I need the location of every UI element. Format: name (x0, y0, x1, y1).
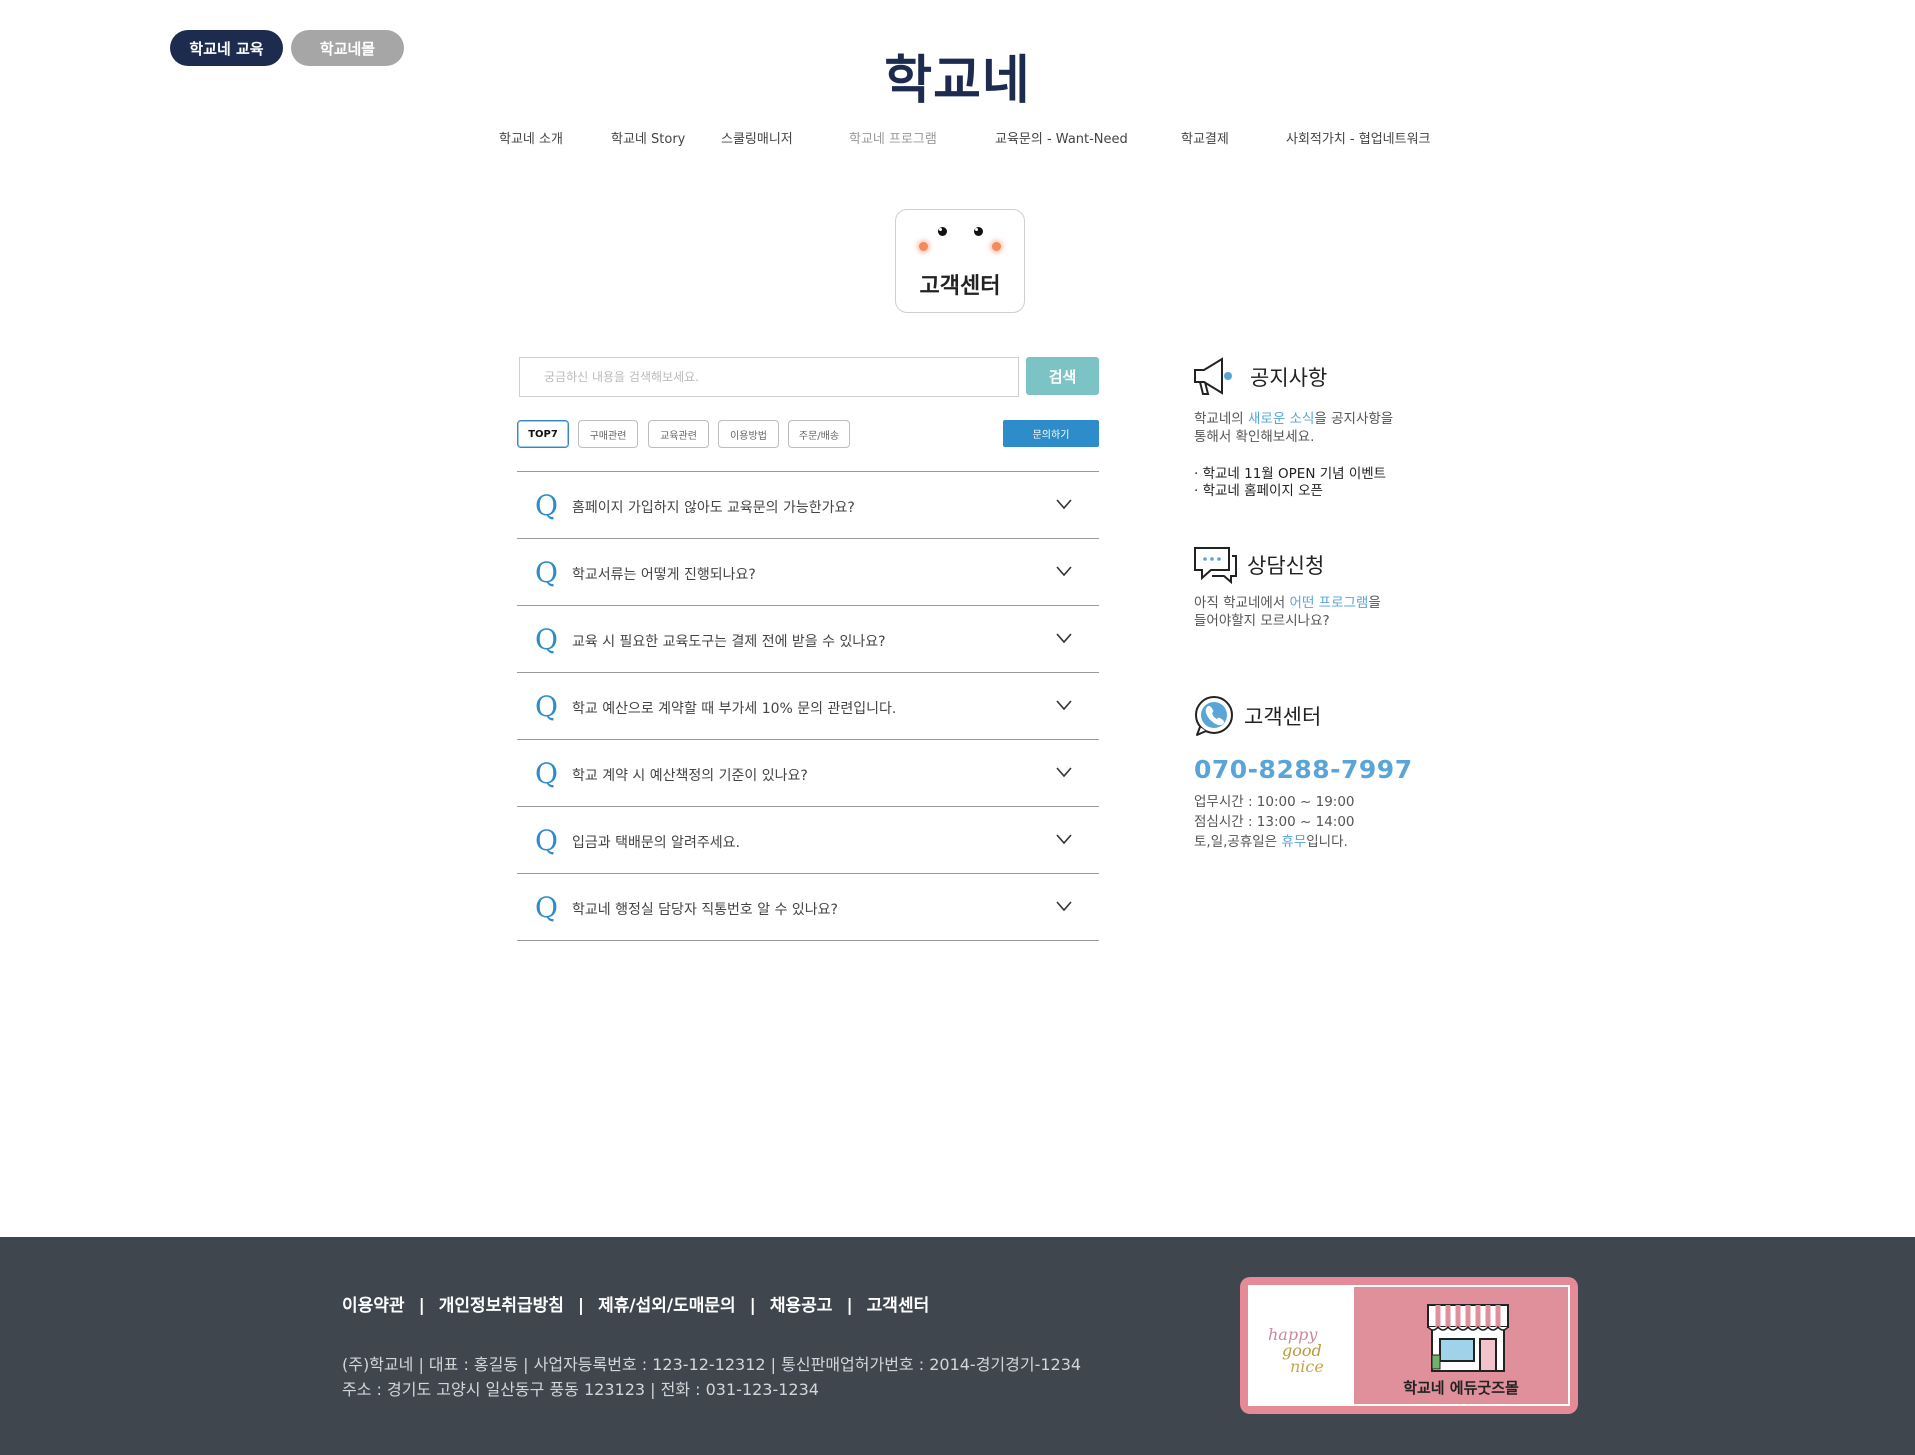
lunch-hours: 점심시간 : 13:00 ~ 14:00 (1194, 814, 1355, 830)
question-mark-icon: Q (535, 556, 558, 589)
search-button[interactable]: 검색 (1026, 357, 1099, 395)
holiday-highlight: 휴무 (1281, 834, 1307, 850)
footer-link-privacy[interactable]: 개인정보취급방침 (439, 1296, 564, 1316)
footer-separator: | (749, 1296, 756, 1316)
faq-question: 학교 예산으로 계약할 때 부가세 10% 문의 관련입니다. (572, 701, 897, 717)
faq-question: 학교네 행정실 담당자 직통번호 알 수 있나요? (572, 902, 838, 918)
nav-item-intro[interactable]: 학교네 소개 (499, 128, 563, 147)
faq-item[interactable]: Q 학교서류는 어떻게 진행되나요? (517, 539, 1099, 606)
company-info: (주)학교네 | 대표 : 홍길동 | 사업자등록번호 : 123-12-123… (342, 1355, 1082, 1374)
phone-bubble-icon (1195, 696, 1233, 736)
page: 학교네 교육 학교네몰 학교네 학교네 소개 학교네 Story 스쿨링매니저 … (0, 0, 1915, 1455)
edu-goods-mall-banner[interactable]: happy good nice 학교네 에듀굿즈몰 (1240, 1277, 1578, 1414)
chevron-down-icon[interactable] (1055, 696, 1073, 714)
faq-item[interactable]: Q 학교네 행정실 담당자 직통번호 알 수 있나요? (517, 874, 1099, 941)
cheek-icon (919, 242, 928, 251)
faq-question: 교육 시 필요한 교육도구는 결제 전에 받을 수 있나요? (572, 634, 886, 650)
notice-desc-text: 을 공지사항을 (1314, 411, 1394, 427)
question-mark-icon: Q (535, 757, 558, 790)
inquiry-button[interactable]: 문의하기 (1003, 420, 1099, 447)
company-address: 주소 : 경기도 고양시 일산동구 풍동 123123 | 전화 : 031-1… (342, 1380, 819, 1399)
faq-question: 홈페이지 가입하지 않아도 교육문의 가능한가요? (572, 500, 855, 516)
footer-link-partnership[interactable]: 제휴/섭외/도매문의 (598, 1296, 736, 1316)
nav-item-social-value[interactable]: 사회적가치 - 협업네트워크 (1286, 128, 1431, 147)
faq-list: Q 홈페이지 가입하지 않아도 교육문의 가능한가요? Q 학교서류는 어떻게 진행되… (517, 471, 1099, 941)
customer-center-badge: 고객센터 (895, 209, 1025, 313)
consult-desc-text: 아직 학교네에서 (1194, 595, 1290, 611)
chat-bubble-icon (1194, 547, 1237, 584)
logo-word: nice (1290, 1357, 1324, 1376)
faq-question: 입금과 택배문의 알려주세요. (572, 835, 740, 851)
badge-title: 고객센터 (919, 274, 1001, 299)
footer-link-terms[interactable]: 이용약관 (342, 1296, 405, 1316)
notice-title[interactable]: 공지사항 (1250, 362, 1327, 392)
faq-item[interactable]: Q 입금과 택배문의 알려주세요. (517, 807, 1099, 874)
notice-desc-text: 통해서 확인해보세요. (1194, 429, 1315, 445)
question-mark-icon: Q (535, 891, 558, 924)
faq-search-input[interactable] (519, 357, 1019, 397)
holiday-text: 토,일,공휴일은 (1194, 834, 1282, 850)
nav-item-education-inquiry[interactable]: 교육문의 - Want-Need (995, 128, 1128, 147)
chevron-down-icon[interactable] (1055, 562, 1073, 580)
business-hours: 업무시간 : 10:00 ~ 19:00 (1194, 794, 1355, 810)
chevron-down-icon[interactable] (1055, 495, 1073, 513)
footer-separator: | (577, 1296, 585, 1316)
faq-question: 학교 계약 시 예산책정의 기준이 있나요? (572, 768, 808, 784)
consult-desc-highlight: 어떤 프로그램 (1289, 595, 1369, 611)
tab-purchase[interactable]: 구매관련 (578, 420, 638, 448)
footer-links: 이용약관 | 개인정보취급방침 | 제휴/섭외/도매문의 | 채용공고 | 고객센터 (342, 1291, 929, 1316)
question-mark-icon: Q (535, 623, 558, 656)
notice-desc-highlight: 새로운 소식 (1247, 411, 1315, 427)
support-title[interactable]: 고객센터 (1244, 701, 1321, 731)
question-mark-icon: Q (535, 690, 558, 723)
footer-link-customer-center[interactable]: 고객센터 (867, 1296, 930, 1316)
tab-order-delivery[interactable]: 주문/배송 (788, 420, 850, 448)
support-hours: 업무시간 : 10:00 ~ 19:00 점심시간 : 13:00 ~ 14:0… (1194, 792, 1355, 852)
happy-good-nice-logo: happy good nice (1250, 1287, 1354, 1404)
support-phone: 070-8288-7997 (1194, 755, 1413, 784)
chevron-down-icon[interactable] (1055, 763, 1073, 781)
footer-separator: | (418, 1296, 425, 1316)
footer-separator: | (846, 1296, 853, 1316)
consult-desc-text: 들어야할지 모르시나요? (1194, 613, 1330, 629)
faq-item[interactable]: Q 홈페이지 가입하지 않아도 교육문의 가능한가요? (517, 472, 1099, 539)
nav-item-payment[interactable]: 학교결제 (1181, 128, 1229, 147)
nav-item-program[interactable]: 학교네 프로그램 (849, 128, 937, 147)
chevron-down-icon[interactable] (1055, 629, 1073, 647)
chevron-down-icon[interactable] (1055, 830, 1073, 848)
mall-logo-text: happy good nice (1268, 1327, 1324, 1375)
tab-top7[interactable]: TOP7 (517, 420, 569, 448)
notice-desc-text: 학교네의 (1194, 411, 1248, 427)
megaphone-icon (1194, 357, 1232, 395)
consult-title[interactable]: 상담신청 (1247, 550, 1324, 580)
site-logo[interactable]: 학교네 (0, 38, 1915, 113)
consult-description: 아직 학교네에서 어떤 프로그램을 들어야할지 모르시나요? (1194, 594, 1381, 630)
footer-link-recruit[interactable]: 채용공고 (770, 1296, 833, 1316)
faq-item[interactable]: Q 교육 시 필요한 교육도구는 결제 전에 받을 수 있나요? (517, 606, 1099, 673)
chevron-down-icon[interactable] (1055, 897, 1073, 915)
question-mark-icon: Q (535, 824, 558, 857)
consult-desc-text: 을 (1368, 595, 1381, 611)
nav-item-story[interactable]: 학교네 Story (611, 128, 685, 147)
faq-item[interactable]: Q 학교 예산으로 계약할 때 부가세 10% 문의 관련입니다. (517, 673, 1099, 740)
eye-icon (974, 227, 983, 236)
question-mark-icon: Q (535, 489, 558, 522)
mall-banner-inner: happy good nice 학교네 에듀굿즈몰 (1248, 1285, 1570, 1406)
notice-item[interactable]: · 학교네 홈페이지 오픈 (1194, 479, 1323, 499)
faq-question: 학교서류는 어떻게 진행되나요? (572, 567, 756, 583)
notice-description: 학교네의 새로운 소식을 공지사항을 통해서 확인해보세요. (1194, 410, 1393, 446)
footer: 이용약관 | 개인정보취급방침 | 제휴/섭외/도매문의 | 채용공고 | 고객센터 (주)학교… (0, 1237, 1915, 1455)
holiday-text: 입니다. (1306, 834, 1348, 850)
cheek-icon (992, 242, 1001, 251)
tab-education[interactable]: 교육관련 (648, 420, 709, 448)
tab-usage[interactable]: 이용방법 (718, 420, 779, 448)
faq-item[interactable]: Q 학교 계약 시 예산책정의 기준이 있나요? (517, 740, 1099, 807)
main-nav: 학교네 소개 학교네 Story 스쿨링매니저 학교네 프로그램 교육문의 - … (0, 128, 1915, 148)
eye-icon (938, 227, 947, 236)
mall-label: 학교네 에듀굿즈몰 (1403, 1379, 1519, 1397)
nav-item-schooling-manager[interactable]: 스쿨링매니저 (721, 128, 793, 147)
storefront-icon (1427, 1304, 1509, 1372)
